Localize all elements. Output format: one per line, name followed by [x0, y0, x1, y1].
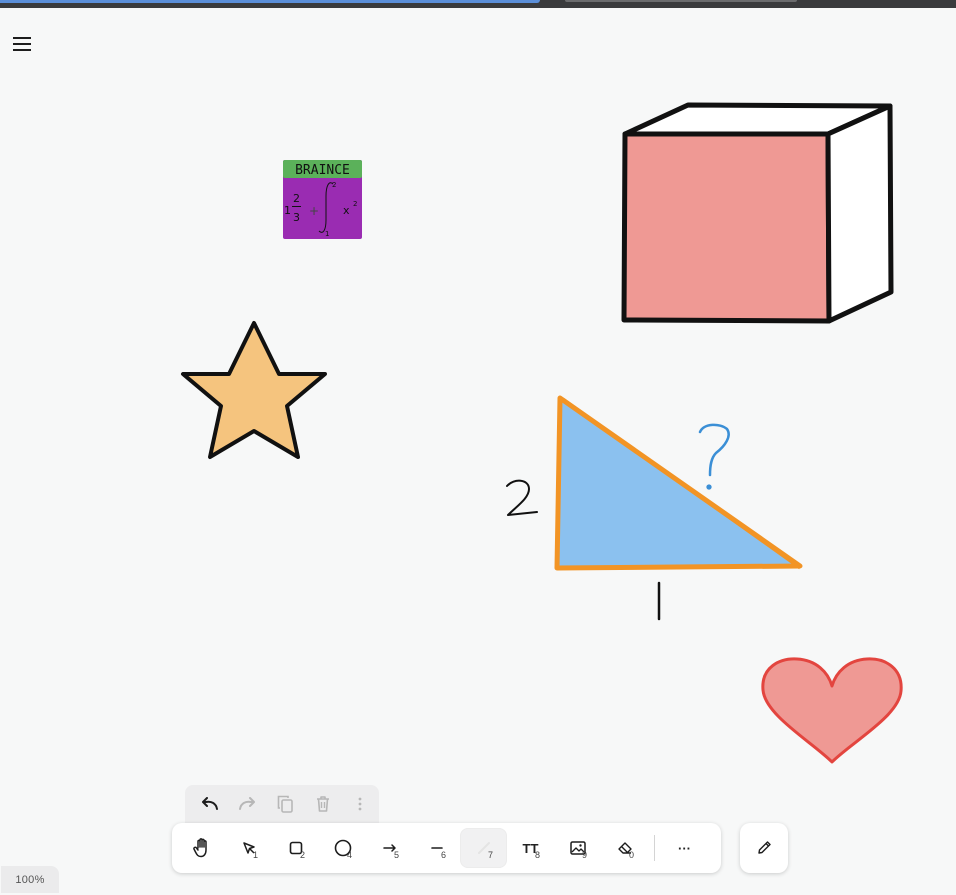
tool-line-shortcut: 6 — [441, 850, 447, 860]
toolbar-divider — [654, 835, 655, 861]
trash-icon — [316, 796, 329, 812]
handwritten-two[interactable] — [506, 479, 538, 516]
tool-draw-shortcut: 7 — [488, 850, 494, 860]
drawing-canvas[interactable]: BRAINCE 1 2 3 + 2 1 x 2 1 2 4 5 6 7 TT 8… — [0, 8, 956, 895]
canvas-shapes — [181, 102, 903, 764]
tool-text-shortcut: 8 — [535, 850, 541, 860]
tool-hand[interactable] — [178, 828, 225, 868]
tool-image[interactable]: 9 — [554, 828, 601, 868]
more-horizontal-icon: ··· — [678, 840, 691, 856]
tool-eraser-shortcut: 0 — [629, 850, 635, 860]
zoom-level-indicator[interactable]: 100% — [1, 866, 59, 893]
formula-denominator: 3 — [293, 211, 300, 224]
duplicate-button[interactable] — [266, 785, 304, 823]
tool-image-shortcut: 9 — [582, 850, 588, 860]
heart-shape[interactable] — [761, 657, 903, 764]
tool-ellipse[interactable]: 4 — [319, 828, 366, 868]
undo-icon — [201, 797, 218, 810]
tool-arrow[interactable]: 5 — [366, 828, 413, 868]
tool-more[interactable]: ··· — [661, 828, 708, 868]
formula-exponent: 2 — [353, 200, 357, 208]
tool-rectangle-shortcut: 2 — [300, 850, 306, 860]
mobile-pen-mode-button[interactable] — [740, 823, 788, 873]
sticker-title: BRAINCE — [295, 163, 350, 178]
duplicate-icon — [277, 795, 293, 813]
fraction-bar — [292, 206, 301, 207]
handwritten-question-mark[interactable] — [698, 423, 730, 490]
redo-button[interactable] — [229, 785, 267, 823]
tool-select[interactable]: 1 — [225, 828, 272, 868]
tool-line[interactable]: 6 — [413, 828, 460, 868]
tool-ellipse-shortcut: 4 — [347, 850, 353, 860]
cube-front-face — [621, 131, 832, 324]
tool-toolbar: 1 2 4 5 6 7 TT 8 9 0 ··· — [172, 823, 721, 873]
active-tab-indicator — [0, 0, 540, 3]
tool-eraser[interactable]: 0 — [601, 828, 648, 868]
inactive-tab-indicator — [565, 0, 797, 2]
integral-lower-bound: 1 — [325, 230, 329, 238]
formula-base: x — [343, 204, 350, 217]
tool-arrow-shortcut: 5 — [394, 850, 400, 860]
triangle-shape[interactable] — [554, 395, 803, 571]
redo-icon — [239, 797, 256, 810]
delete-button[interactable] — [304, 785, 342, 823]
star-shape[interactable] — [181, 321, 327, 459]
integral-upper-bound: 2 — [332, 181, 336, 189]
cube-shape[interactable] — [621, 102, 894, 324]
tool-draw[interactable]: 7 — [460, 828, 507, 868]
browser-top-bar — [0, 0, 956, 8]
pencil-icon — [758, 841, 771, 854]
cube-side-face — [825, 103, 894, 324]
more-vertical-icon — [358, 797, 362, 811]
braince-sticker[interactable]: BRAINCE 1 2 3 + 2 1 x 2 — [283, 160, 362, 239]
action-bar — [185, 785, 379, 823]
tool-select-shortcut: 1 — [253, 850, 259, 860]
hand-icon — [192, 838, 207, 858]
formula-numerator: 2 — [293, 192, 300, 205]
tool-text[interactable]: TT 8 — [507, 828, 554, 868]
undo-button[interactable] — [191, 785, 229, 823]
more-actions-button[interactable] — [341, 785, 379, 823]
tool-rectangle[interactable]: 2 — [272, 828, 319, 868]
formula-plus: + — [309, 204, 319, 218]
formula-whole: 1 — [284, 204, 291, 217]
